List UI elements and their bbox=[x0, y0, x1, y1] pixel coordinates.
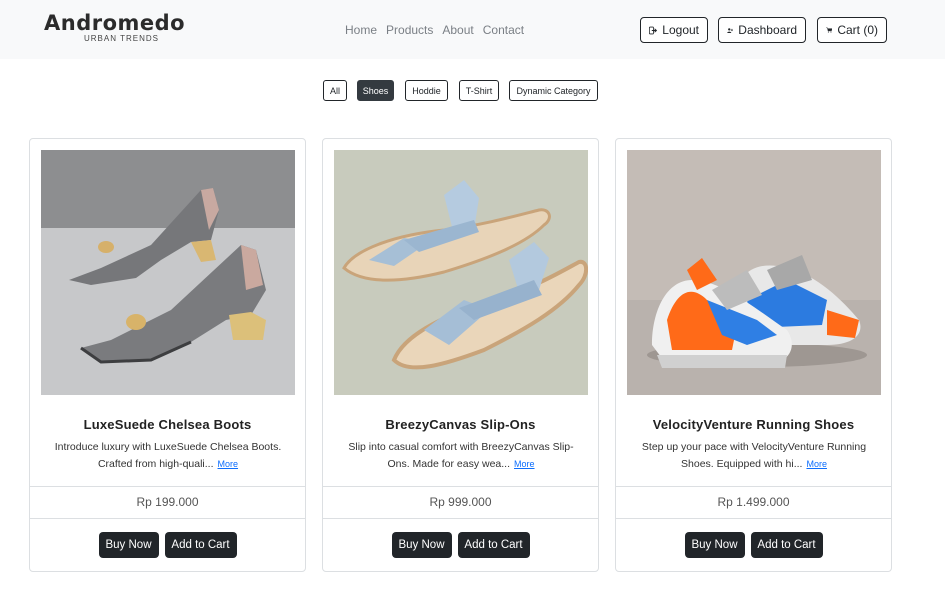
user-plus-icon bbox=[727, 27, 734, 33]
dashboard-label: Dashboard bbox=[738, 23, 797, 37]
card-divider bbox=[616, 486, 891, 487]
dashboard-button[interactable]: Dashboard bbox=[718, 17, 806, 43]
nav-link-home[interactable]: Home bbox=[345, 22, 377, 38]
card-actions: Buy Now Add to Cart bbox=[323, 532, 598, 558]
product-card: BreezyCanvas Slip-Ons Slip into casual c… bbox=[322, 138, 599, 572]
gray-heeled-sandals-image bbox=[41, 150, 295, 395]
buy-now-button[interactable]: Buy Now bbox=[684, 532, 745, 558]
card-actions: Buy Now Add to Cart bbox=[30, 532, 305, 558]
product-price: Rp 999.000 bbox=[429, 495, 492, 509]
card-actions: Buy Now Add to Cart bbox=[616, 532, 891, 558]
nav-link-contact[interactable]: Contact bbox=[483, 22, 524, 38]
product-title: VelocityVenture Running Shoes bbox=[652, 417, 855, 432]
product-title: BreezyCanvas Slip-Ons bbox=[385, 417, 536, 432]
logout-icon bbox=[649, 26, 658, 34]
category-filters: All Shoes Hoddie T-Shirt Dynamic Categor… bbox=[323, 80, 598, 101]
logout-button[interactable]: Logout bbox=[640, 17, 708, 43]
filter-dynamic-category[interactable]: Dynamic Category bbox=[509, 80, 598, 101]
more-link[interactable]: More bbox=[218, 459, 239, 469]
card-divider bbox=[30, 518, 305, 519]
cart-button[interactable]: Cart (0) bbox=[817, 17, 887, 43]
card-divider bbox=[616, 518, 891, 519]
product-image[interactable] bbox=[627, 150, 881, 395]
nav-link-about[interactable]: About bbox=[442, 22, 473, 38]
card-divider bbox=[30, 486, 305, 487]
card-divider bbox=[323, 486, 598, 487]
product-price: Rp 1.499.000 bbox=[717, 495, 790, 509]
filter-shoes[interactable]: Shoes bbox=[357, 80, 394, 101]
product-image[interactable] bbox=[41, 150, 295, 395]
filter-hoddie[interactable]: Hoddie bbox=[405, 80, 448, 101]
product-description: Step up your pace with VelocityVenture R… bbox=[634, 439, 874, 473]
add-to-cart-button[interactable]: Add to Cart bbox=[457, 532, 530, 558]
product-card: VelocityVenture Running Shoes Step up yo… bbox=[615, 138, 892, 572]
nav-link-products[interactable]: Products bbox=[386, 22, 433, 38]
more-link[interactable]: More bbox=[514, 459, 535, 469]
brand-name: Andromedo bbox=[44, 11, 186, 35]
more-link[interactable]: More bbox=[806, 459, 827, 469]
card-divider bbox=[323, 518, 598, 519]
denim-strap-sandals-image bbox=[334, 150, 588, 395]
product-price: Rp 199.000 bbox=[136, 495, 199, 509]
add-to-cart-button[interactable]: Add to Cart bbox=[750, 532, 823, 558]
nav-links: Home Products About Contact bbox=[345, 22, 524, 38]
cart-label: Cart (0) bbox=[837, 23, 878, 37]
cart-icon bbox=[826, 27, 833, 33]
navbar: Andromedo URBAN TRENDS Home Products Abo… bbox=[0, 0, 945, 59]
product-description-text: Slip into casual comfort with BreezyCanv… bbox=[348, 441, 574, 470]
brand-logo[interactable]: Andromedo URBAN TRENDS bbox=[44, 12, 204, 46]
buy-now-button[interactable]: Buy Now bbox=[391, 532, 452, 558]
product-description-text: Step up your pace with VelocityVenture R… bbox=[641, 441, 867, 470]
add-to-cart-button[interactable]: Add to Cart bbox=[164, 532, 237, 558]
filter-tshirt[interactable]: T-Shirt bbox=[459, 80, 499, 101]
product-title: LuxeSuede Chelsea Boots bbox=[83, 417, 252, 432]
buy-now-button[interactable]: Buy Now bbox=[98, 532, 159, 558]
product-description: Slip into casual comfort with BreezyCanv… bbox=[341, 439, 581, 473]
product-card: LuxeSuede Chelsea Boots Introduce luxury… bbox=[29, 138, 306, 572]
filter-all[interactable]: All bbox=[323, 80, 347, 101]
logout-label: Logout bbox=[662, 23, 699, 37]
orange-blue-sneakers-image bbox=[627, 150, 881, 395]
product-description: Introduce luxury with LuxeSuede Chelsea … bbox=[48, 439, 288, 473]
product-image[interactable] bbox=[334, 150, 588, 395]
product-description-text: Introduce luxury with LuxeSuede Chelsea … bbox=[54, 441, 282, 470]
nav-actions: Logout Dashboard Cart (0) bbox=[640, 17, 887, 43]
brand-tagline: URBAN TRENDS bbox=[84, 34, 159, 43]
